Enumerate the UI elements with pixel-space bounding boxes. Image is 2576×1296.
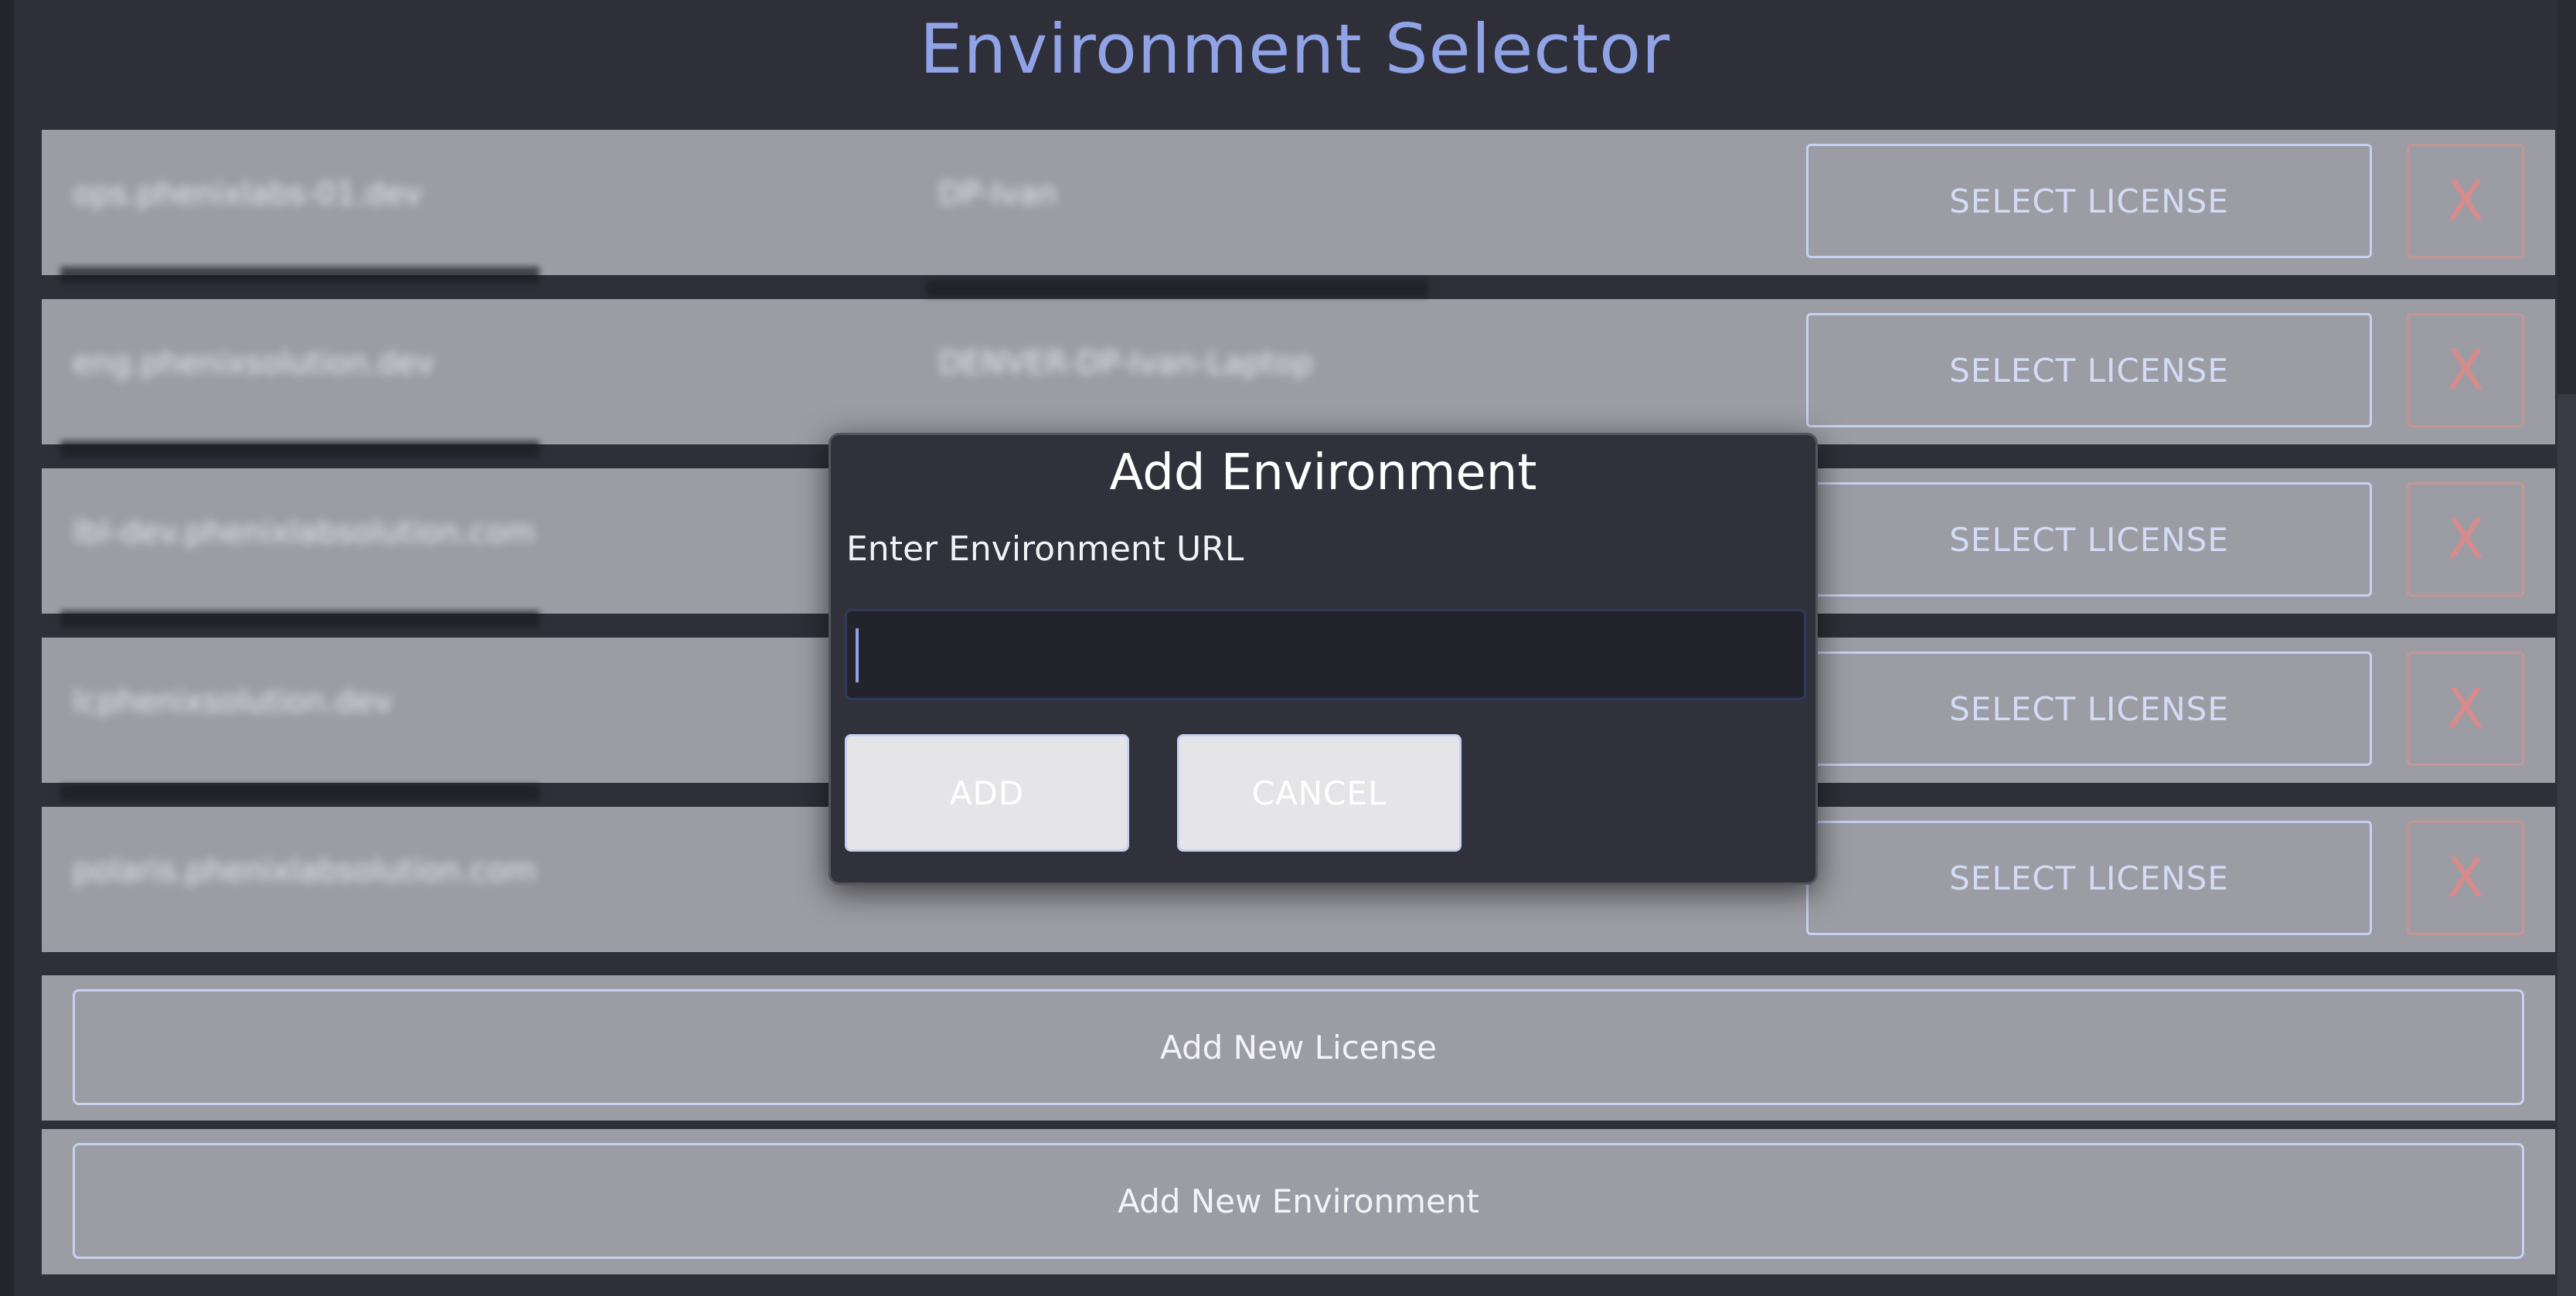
add-new-license-button[interactable]: Add New License — [73, 989, 2524, 1105]
environment-row[interactable]: eng.phenixsolution.dev DENVER-DP-Ivan-La… — [42, 299, 2555, 444]
add-new-environment-button[interactable]: Add New Environment — [73, 1143, 2524, 1259]
environment-url: lcphenixsolution.dev — [73, 684, 393, 719]
environment-name: DP-Ivan — [938, 176, 1057, 212]
environment-selector-window: Environment Selector ops.phenixlabs-01.d… — [14, 0, 2576, 1296]
environment-url: ops.phenixlabs-01.dev — [73, 176, 423, 212]
environment-url: polaris.phenixlabsolution.com — [73, 853, 536, 889]
scrollbar-thumb[interactable] — [2557, 394, 2576, 1296]
scrollbar-track[interactable] — [2557, 0, 2576, 394]
add-environment-panel: Add New Environment — [42, 1129, 2555, 1274]
select-license-button[interactable]: SELECT LICENSE — [1806, 821, 2372, 935]
row-divider — [926, 280, 1428, 297]
add-environment-dialog: Add Environment Enter Environment URL AD… — [829, 433, 1818, 885]
add-button[interactable]: ADD — [845, 734, 1129, 852]
environment-url: eng.phenixsolution.dev — [73, 345, 435, 381]
select-license-button[interactable]: SELECT LICENSE — [1806, 313, 2372, 427]
row-divider — [60, 441, 539, 458]
select-license-button[interactable]: SELECT LICENSE — [1806, 144, 2372, 258]
text-caret — [856, 628, 859, 682]
remove-environment-button[interactable]: X — [2407, 482, 2524, 597]
cancel-button[interactable]: CANCEL — [1177, 734, 1462, 852]
remove-environment-button[interactable]: X — [2407, 821, 2524, 935]
environment-url-input[interactable] — [845, 609, 1806, 700]
remove-environment-button[interactable]: X — [2407, 651, 2524, 766]
row-divider — [60, 784, 539, 801]
remove-environment-button[interactable]: X — [2407, 144, 2524, 258]
dialog-title: Add Environment — [1109, 444, 1537, 502]
select-license-button[interactable]: SELECT LICENSE — [1806, 651, 2372, 766]
environment-row[interactable]: ops.phenixlabs-01.dev DP-Ivan SELECT LIC… — [42, 130, 2555, 275]
row-divider — [60, 611, 539, 628]
environment-name: DENVER-DP-Ivan-Laptop — [938, 345, 1314, 381]
environment-url-label: Enter Environment URL — [846, 529, 1244, 569]
add-license-panel: Add New License — [42, 975, 2555, 1121]
remove-environment-button[interactable]: X — [2407, 313, 2524, 427]
row-divider — [60, 267, 539, 284]
environment-url: lbl-dev.phenixlabsolution.com — [73, 515, 536, 550]
select-license-button[interactable]: SELECT LICENSE — [1806, 482, 2372, 597]
page-title: Environment Selector — [919, 9, 1671, 89]
